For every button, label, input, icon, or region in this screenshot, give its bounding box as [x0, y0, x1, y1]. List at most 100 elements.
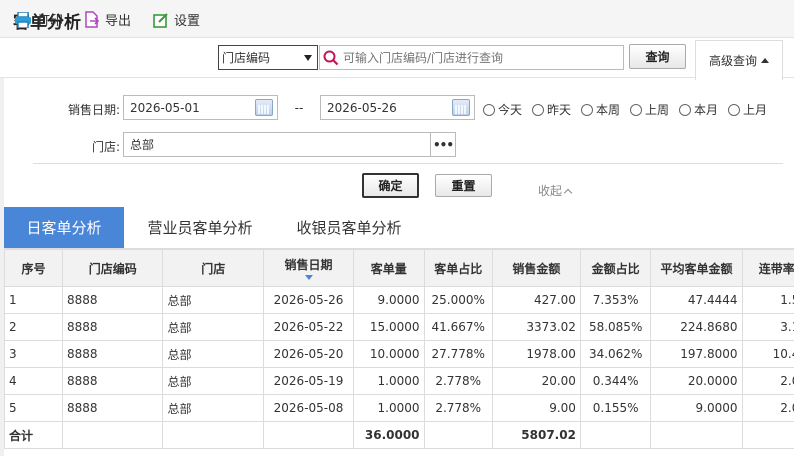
total-cell: 合计: [4, 421, 63, 449]
table-row[interactable]: 2 8888 总部 2026-05-22 15.0000 41.667% 3373.02 58…: [4, 313, 794, 341]
table-cell: 41.667%: [423, 313, 493, 341]
table-cell: 25.000%: [423, 286, 493, 314]
radio-this-month-label: 本月: [694, 103, 719, 117]
search-field-select[interactable]: 门店编码: [218, 45, 318, 70]
table-cell: 427.00: [491, 286, 581, 314]
tab-cashier[interactable]: 收银员客单分析: [284, 207, 414, 248]
table-cell: 1.56: [741, 286, 794, 314]
advanced-query-toggle[interactable]: 高级查询: [695, 40, 783, 80]
export-label: 导出: [105, 14, 132, 29]
radio-circle-icon: [532, 103, 544, 116]
radio-this-week-label: 本周: [596, 103, 621, 117]
table-cell: 2026-05-26: [262, 286, 355, 314]
table-cell: 5: [4, 394, 63, 422]
table-cell: 2.00: [741, 367, 794, 395]
table-cell: 2: [4, 313, 63, 341]
table-cell: 1: [4, 286, 63, 314]
radio-yesterday-label: 昨天: [547, 103, 572, 117]
store-value: 总部: [130, 138, 155, 152]
collapse-toggle[interactable]: 收起: [538, 182, 573, 199]
print-button[interactable]: 打印: [14, 10, 63, 29]
radio-last-month-label: 上月: [743, 103, 768, 117]
col-header-sales-date[interactable]: 销售日期: [262, 249, 355, 287]
table-row[interactable]: 4 8888 总部 2026-05-19 1.0000 2.778% 20.00 0.344%…: [4, 367, 794, 395]
total-cell: [423, 421, 493, 449]
store-field[interactable]: 总部 •••: [123, 132, 456, 157]
table-cell: 总部: [162, 367, 264, 395]
radio-circle-icon: [728, 103, 740, 116]
date-from-value: 2026-05-01: [130, 100, 200, 115]
col-header-avg-amount[interactable]: 平均客单金额: [650, 249, 743, 287]
table-cell: 总部: [162, 340, 264, 368]
col-header-store[interactable]: 门店: [162, 249, 264, 287]
col-header-sales-date-label: 销售日期: [284, 258, 333, 272]
date-separator: --: [294, 101, 304, 115]
total-cell: [650, 421, 743, 449]
radio-last-week[interactable]: 上周: [630, 101, 669, 118]
calendar-icon[interactable]: [452, 99, 470, 116]
table-cell: 2.778%: [423, 367, 493, 395]
date-to-field[interactable]: 2026-05-26: [320, 95, 475, 120]
table-row[interactable]: 1 8888 总部 2026-05-26 9.0000 25.000% 427.00 7.35…: [4, 286, 794, 314]
search-input[interactable]: [343, 50, 613, 65]
table-cell: 8888: [61, 367, 164, 395]
settings-button[interactable]: 设置: [153, 10, 200, 29]
radio-this-week[interactable]: 本周: [581, 101, 620, 118]
total-cell: 5807.02: [491, 421, 581, 449]
table-cell: 3373.02: [491, 313, 581, 341]
print-label: 打印: [37, 14, 64, 29]
radio-today[interactable]: 今天: [483, 101, 522, 118]
col-header-sales-amount[interactable]: 销售金额: [491, 249, 581, 287]
tab-salesperson[interactable]: 营业员客单分析: [132, 207, 268, 248]
query-button[interactable]: 查询: [629, 44, 686, 69]
more-options-button[interactable]: •••: [430, 133, 455, 156]
table-cell: 总部: [162, 286, 264, 314]
radio-this-month[interactable]: 本月: [679, 101, 718, 118]
col-header-store-code[interactable]: 门店编码: [61, 249, 164, 287]
export-button[interactable]: 导出: [84, 10, 131, 29]
table-cell: 2.778%: [423, 394, 493, 422]
table-cell: 2026-05-20: [262, 340, 355, 368]
col-header-customer-count[interactable]: 客单量: [353, 249, 425, 287]
table-cell: 47.4444: [650, 286, 743, 314]
radio-yesterday[interactable]: 昨天: [532, 101, 571, 118]
col-header-customer-ratio[interactable]: 客单占比: [423, 249, 493, 287]
sales-date-label: 销售日期:: [67, 103, 120, 117]
table-cell: 0.155%: [579, 394, 652, 422]
radio-circle-icon: [630, 103, 642, 116]
table-cell: 1978.00: [491, 340, 581, 368]
table-cell: 15.0000: [353, 313, 425, 341]
date-from-field[interactable]: 2026-05-01: [123, 95, 278, 120]
table-row[interactable]: 5 8888 总部 2026-05-08 1.0000 2.778% 9.00 0.155% 9…: [4, 394, 794, 422]
confirm-button[interactable]: 确定: [362, 173, 419, 198]
col-header-attach-rate[interactable]: 连带率: [741, 249, 794, 287]
radio-circle-icon: [581, 103, 593, 116]
table-cell: 10.45: [741, 340, 794, 368]
table-cell: 197.8000: [650, 340, 743, 368]
table-cell: 58.085%: [579, 313, 652, 341]
col-header-index[interactable]: 序号: [4, 249, 63, 287]
table-cell: 34.062%: [579, 340, 652, 368]
table-cell: 4: [4, 367, 63, 395]
table-cell: 27.778%: [423, 340, 493, 368]
tab-daily[interactable]: 日客单分析: [4, 207, 124, 248]
date-to-value: 2026-05-26: [327, 100, 397, 115]
table-cell: 8888: [61, 340, 164, 368]
reset-button[interactable]: 重置: [435, 174, 492, 197]
table-cell: 10.0000: [353, 340, 425, 368]
table-cell: 8888: [61, 313, 164, 341]
calendar-icon[interactable]: [255, 99, 273, 116]
col-header-amount-ratio[interactable]: 金额占比: [579, 249, 652, 287]
table-cell: 总部: [162, 394, 264, 422]
radio-last-month[interactable]: 上月: [728, 101, 767, 118]
table-cell: 20.00: [491, 367, 581, 395]
table-cell: 1.0000: [353, 394, 425, 422]
table-cell: 8888: [61, 286, 164, 314]
table-cell: 9.0000: [650, 394, 743, 422]
total-cell: [61, 421, 164, 449]
table-cell: 224.8680: [650, 313, 743, 341]
table-row[interactable]: 3 8888 总部 2026-05-20 10.0000 27.778% 1978.00 34…: [4, 340, 794, 368]
table-cell: 2026-05-08: [262, 394, 355, 422]
table-header-row: 序号 门店编码 门店 销售日期 客单量 客单占比 销售金额 金额占比 平均客单金…: [4, 249, 794, 287]
table-cell: 9.00: [491, 394, 581, 422]
